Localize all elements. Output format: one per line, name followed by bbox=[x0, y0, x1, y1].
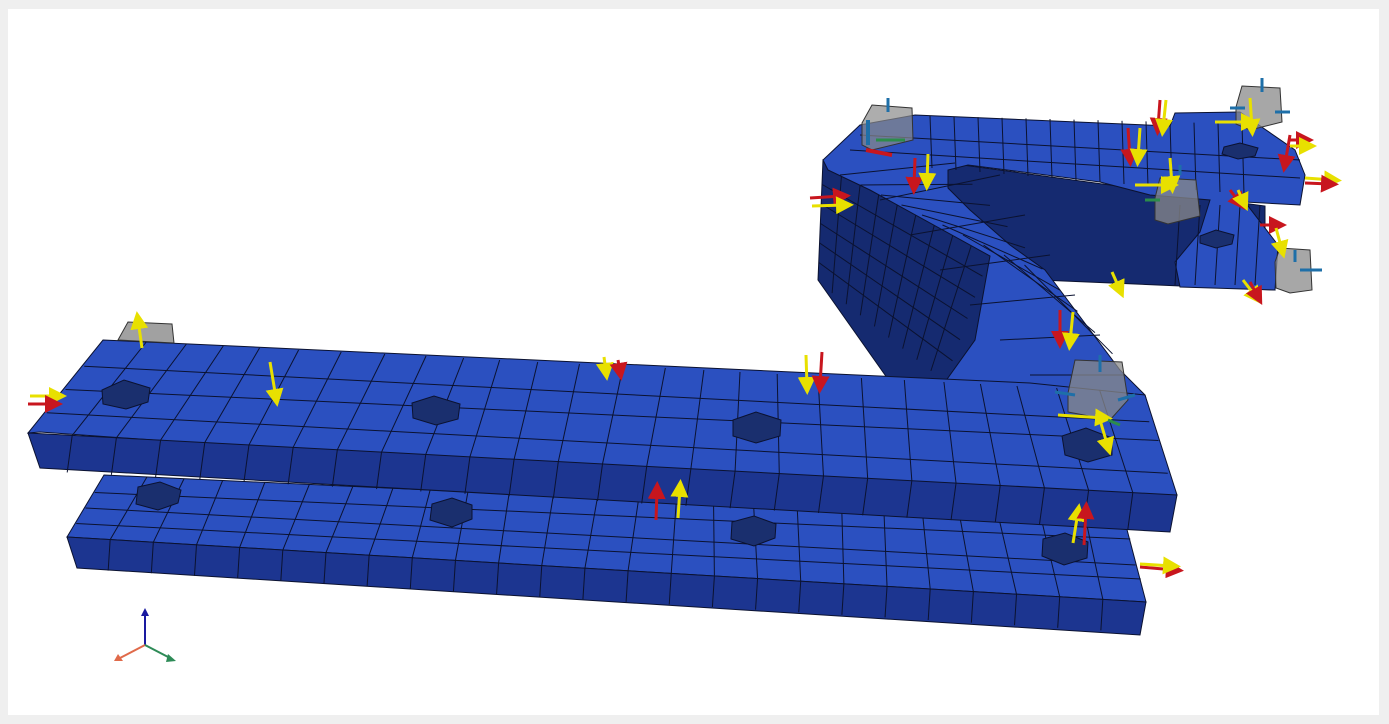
load-arrow-icon[interactable] bbox=[1304, 170, 1342, 189]
load-arrow-icon[interactable] bbox=[1162, 157, 1181, 194]
load-arrow-icon[interactable] bbox=[1242, 97, 1261, 137]
reaction-arrow-icon[interactable] bbox=[1139, 560, 1184, 579]
load-arrow-icon[interactable] bbox=[1129, 127, 1148, 167]
gizmo-box-left[interactable] bbox=[117, 321, 175, 344]
reaction-arrow-icon[interactable] bbox=[1120, 127, 1139, 167]
3d-viewport[interactable] bbox=[8, 9, 1379, 715]
reaction-arrow-icon[interactable] bbox=[1076, 501, 1095, 546]
fea-mesh-scene[interactable] bbox=[8, 9, 1379, 715]
reaction-arrow-icon[interactable] bbox=[1149, 99, 1168, 136]
load-arrow-icon[interactable] bbox=[595, 356, 614, 381]
load-arrow-icon[interactable] bbox=[797, 354, 816, 395]
reaction-arrow-icon[interactable] bbox=[1304, 174, 1339, 193]
reaction-arrow-icon[interactable] bbox=[609, 359, 628, 381]
reaction-arrow-icon[interactable] bbox=[905, 157, 924, 195]
reaction-arrow-icon[interactable] bbox=[811, 351, 830, 394]
load-arrow-icon[interactable] bbox=[918, 153, 937, 191]
reaction-arrow-icon[interactable] bbox=[647, 481, 666, 521]
load-arrow-icon[interactable] bbox=[811, 196, 854, 215]
axis-triad bbox=[114, 608, 176, 662]
load-arrow-icon[interactable] bbox=[1139, 556, 1181, 575]
load-arrow-icon[interactable] bbox=[670, 479, 689, 519]
axis-x-icon bbox=[119, 644, 146, 659]
axis-z-head-icon bbox=[141, 608, 149, 616]
axis-y-icon bbox=[144, 644, 171, 659]
axis-y-head-icon bbox=[166, 654, 176, 662]
reaction-arrow-icon[interactable] bbox=[809, 187, 851, 206]
load-arrow-icon[interactable] bbox=[1155, 99, 1173, 137]
